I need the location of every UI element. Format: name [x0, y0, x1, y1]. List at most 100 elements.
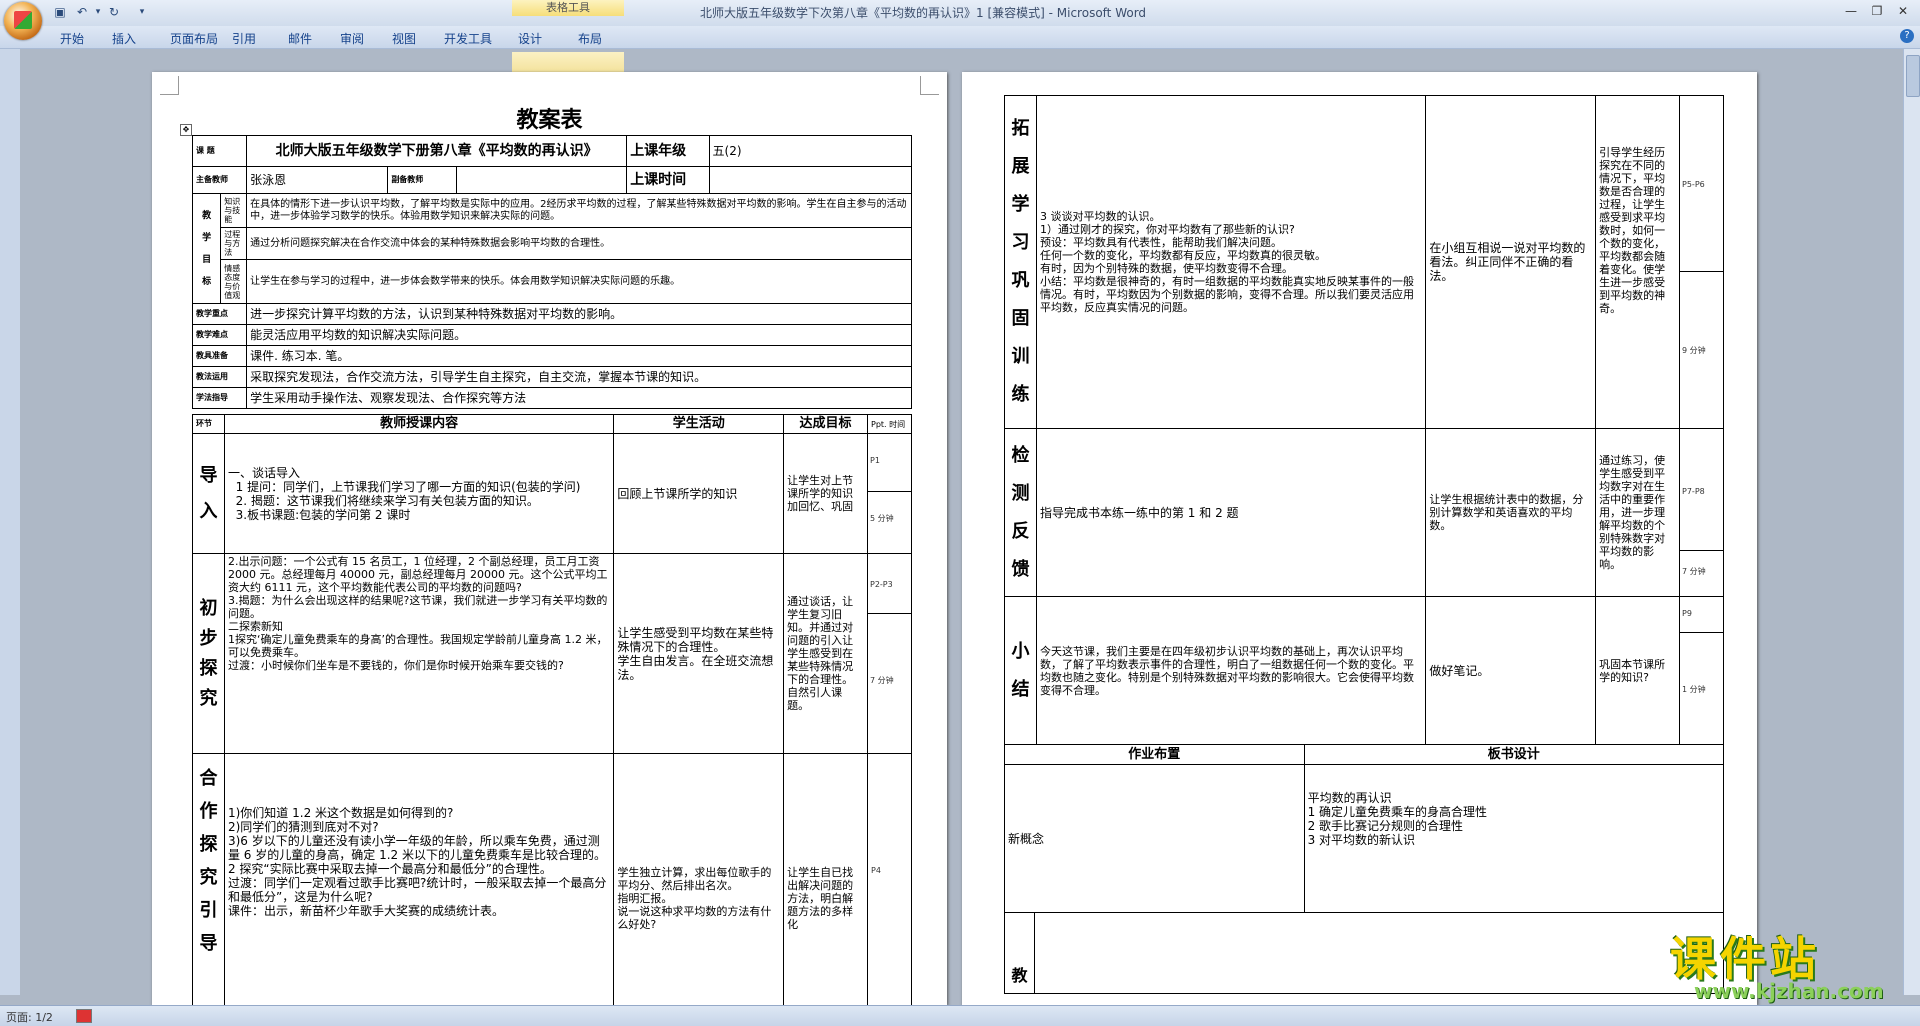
site-watermark: 课件站 www.kjzhan.com — [1660, 923, 1900, 1005]
proofing-icon[interactable] — [76, 1009, 92, 1023]
office-button[interactable] — [4, 2, 42, 40]
tab-8[interactable]: 设计 — [518, 30, 542, 47]
watermark-url: www.kjzhan.com — [1694, 979, 1884, 1003]
ppt-time-cell: P9 1 分钟 — [1679, 596, 1724, 745]
customize-qat-icon[interactable]: ▾ — [134, 4, 150, 20]
ribbon-tabs: 开始 插入 页面布局 引用 邮件 审阅 视图 开发工具 设计 布局 — [0, 26, 1920, 74]
ppt-time-cell: P4 — [867, 753, 912, 1005]
undo-dropdown-icon[interactable]: ▾ — [90, 4, 106, 20]
teacher-content: 3 谈谈对平均数的认识。 1）通过刚才的探究，你对平均数有了那些新的认识? 预设… — [1035, 95, 1427, 429]
redo-icon[interactable]: ↻ — [106, 4, 122, 20]
board-label: 板书设计 — [1303, 744, 1725, 765]
tab-7[interactable]: 开发工具 — [444, 30, 492, 47]
vertical-scrollbar[interactable] — [1903, 49, 1920, 995]
goal-content: 通过练习，使学生感受到平均数字对在生活中的重要作用，进一步理解平均数的个别特殊数… — [1595, 428, 1681, 597]
col-student: 学生活动 — [613, 414, 785, 434]
teacher-label: 主备教师 — [191, 166, 248, 194]
teacher-content: 一、谈话导入 1 提问：同学们，上节课我们学习了哪一方面的知识(包装的学问) 2… — [223, 433, 615, 554]
goal-content: 引导学生经历探究在不同的情况下，平均数是否合理的过程，让学生感受到求平均数时，如… — [1595, 95, 1681, 429]
minimize-icon[interactable]: — — [1840, 3, 1862, 19]
student-activity: 让学生感受到平均数在某些特殊情况下的合理性。 学生自由发言。在全班交流想法。 — [613, 553, 785, 754]
student-activity: 回顾上节课所学的知识 — [613, 433, 785, 554]
teacher-content: 今天这节课，我们主要是在四年级初步认识平均数的基础上，再次认识平均数，了解了平均… — [1035, 596, 1427, 745]
lesson-info-table: 课 题 北师大版五年级数学下册第八章《平均数的再认识》 上课年级 五(2) 主备… — [191, 135, 913, 409]
maximize-icon[interactable]: ❐ — [1866, 3, 1888, 19]
key-label: 教学重点 — [191, 303, 248, 325]
board-line: 1 确定儿童免费乘车的身高合理性 — [1307, 805, 1488, 819]
student-activity: 让学生根据统计表中的数据，分别计算数学和英语喜欢的平均数。 — [1425, 428, 1597, 597]
stage-cell: 拓展学习巩固训练 — [1004, 95, 1037, 429]
help-icon[interactable]: ? — [1900, 29, 1914, 43]
col-stage: 环节 — [192, 414, 225, 434]
table-tools-band — [512, 52, 624, 74]
tab-3[interactable]: 引用 — [232, 30, 256, 47]
stage-cell: 检测反馈 — [1004, 428, 1037, 597]
time-value — [708, 166, 913, 194]
key-text: 进一步探究计算平均数的方法，认识到某种特殊数据对平均数的影响。 — [246, 303, 912, 325]
difficulty-text: 能灵活应用平均数的知识解决实际问题。 — [246, 324, 912, 346]
ppt-time-cell: P7-P8 7 分钟 — [1679, 428, 1724, 597]
goal-label-emotion: 情感态度与价值观 — [220, 259, 248, 304]
board-line: 3 对平均数的新认识 — [1307, 833, 1416, 847]
status-bar: 页面: 1/2 — [0, 1005, 1920, 1026]
ppt-time-cell: P1 5 分钟 — [867, 433, 912, 554]
col-goal: 达成目标 — [783, 414, 868, 434]
method-label: 教法运用 — [191, 366, 248, 388]
tab-2[interactable]: 页面布局 — [170, 30, 218, 47]
time-label: 上课时间 — [626, 166, 710, 194]
vertical-ruler — [0, 49, 20, 995]
stage-cell: 小结 — [1004, 596, 1037, 745]
ppt-time-cell: P2-P3 7 分钟 — [867, 553, 912, 754]
stage-cell: 初步探究 — [192, 553, 225, 754]
student-activity: 在小组互相说一说对平均数的看法。纠正同伴不正确的看法。 — [1425, 95, 1597, 429]
table-tools-context: 表格工具 — [512, 0, 624, 16]
goal-content: 让学生对上节课所学的知识加回忆、巩固 — [783, 433, 868, 554]
goal-content: 通过谈话，让学生复习旧知。并通过对问题的引入让学生感受到在某些特殊情况下的合理性… — [783, 553, 868, 754]
table-move-handle[interactable]: ✥ — [180, 124, 192, 136]
ppt-time-cell: P5-P6 9 分钟 — [1679, 95, 1724, 429]
topic-value: 北师大版五年级数学下册第八章《平均数的再认识》 — [246, 135, 628, 167]
student-activity: 学生独立计算，求出每位歌手的平均分、然后排出名次。 指明汇报。 说一说这种求平均… — [613, 753, 785, 1005]
student-activity: 做好笔记。 — [1425, 596, 1597, 745]
assist-label: 副备教师 — [387, 166, 457, 194]
tools-text: 课件. 练习本. 笔。 — [246, 345, 912, 367]
close-icon[interactable]: ✕ — [1892, 3, 1914, 19]
tab-5[interactable]: 审阅 — [340, 30, 364, 47]
goal-label-process: 过程与方法 — [220, 227, 248, 260]
study-text: 学生采用动手操作法、观察发现法、合作探究等方法 — [246, 387, 912, 409]
document-page-1: 教案表 ✥ 课 题 北师大版五年级数学下册第八章《平均数的再认识》 上课年级 五… — [152, 72, 947, 1005]
save-icon[interactable]: ▣ — [52, 4, 68, 20]
col-teacher: 教师授课内容 — [223, 414, 615, 434]
tools-label: 教具准备 — [191, 345, 248, 367]
goal-text-knowledge: 在具体的情形下进一步认识平均数，了解平均数是实际中的应用。2经历求平均数的过程，… — [246, 193, 912, 228]
tab-6[interactable]: 视图 — [392, 30, 416, 47]
tab-0[interactable]: 开始 — [60, 30, 84, 47]
board-content: 平均数的再认识 1 确定儿童免费乘车的身高合理性 2 歌手比赛记分规则的合理性 … — [1303, 764, 1725, 913]
goal-label-knowledge: 知识与技能 — [220, 193, 248, 228]
board-line: 2 歌手比赛记分规则的合理性 — [1307, 819, 1464, 833]
crop-mark — [920, 76, 939, 95]
scrollbar-thumb[interactable] — [1906, 55, 1920, 97]
teacher-content: 1)你们知道 1.2 米这个数据是如何得到的? 2)同学们的猜测到底对不对? 3… — [223, 753, 615, 1005]
window-title: 北师大版五年级数学下次第八章《平均数的再认识》1 [兼容模式] - Micros… — [700, 6, 1147, 20]
goal-content: 让学生自已找出解决问题的方法，明白解题方法的多样化 — [783, 753, 868, 1005]
crop-mark — [160, 76, 179, 95]
tab-9[interactable]: 布局 — [578, 30, 602, 47]
title-bar: ▣ ↶ ▾ ↻ ▾ 表格工具 北师大版五年级数学下次第八章《平均数的再认识》1 … — [0, 0, 1920, 26]
class-value: 五(2) — [708, 135, 913, 167]
tab-4[interactable]: 邮件 — [288, 30, 312, 47]
document-title: 教案表 — [516, 107, 583, 133]
document-page-2: 拓展学习巩固训练 3 谈谈对平均数的认识。 1）通过刚才的探究，你对平均数有了那… — [962, 72, 1757, 1005]
stage-cell: 合作探究引导 — [192, 753, 225, 1005]
teacher-value: 张泳恩 — [246, 166, 389, 194]
teacher-content: 2.出示问题：一个公式有 15 名员工，1 位经理，2 个副总经理，员工月工资 … — [223, 553, 615, 754]
tab-1[interactable]: 插入 — [112, 30, 136, 47]
undo-icon[interactable]: ↶ — [74, 4, 90, 20]
goals-label: 教学目标 — [191, 193, 222, 304]
teacher-content: 指导完成书本练一练中的第 1 和 2 题 — [1035, 428, 1427, 597]
goal-text-emotion: 让学生在参与学习的过程中，进一步体会数学带来的快乐。体会用数学知识解决实际问题的… — [246, 259, 912, 304]
page-indicator[interactable]: 页面: 1/2 — [6, 1009, 53, 1025]
goal-text-process: 通过分析问题探究解决在合作交流中体会的某种特殊数据会影响平均数的合理性。 — [246, 227, 912, 260]
topic-label: 课 题 — [191, 135, 248, 167]
goal-content: 巩固本节课所学的知识? — [1595, 596, 1681, 745]
